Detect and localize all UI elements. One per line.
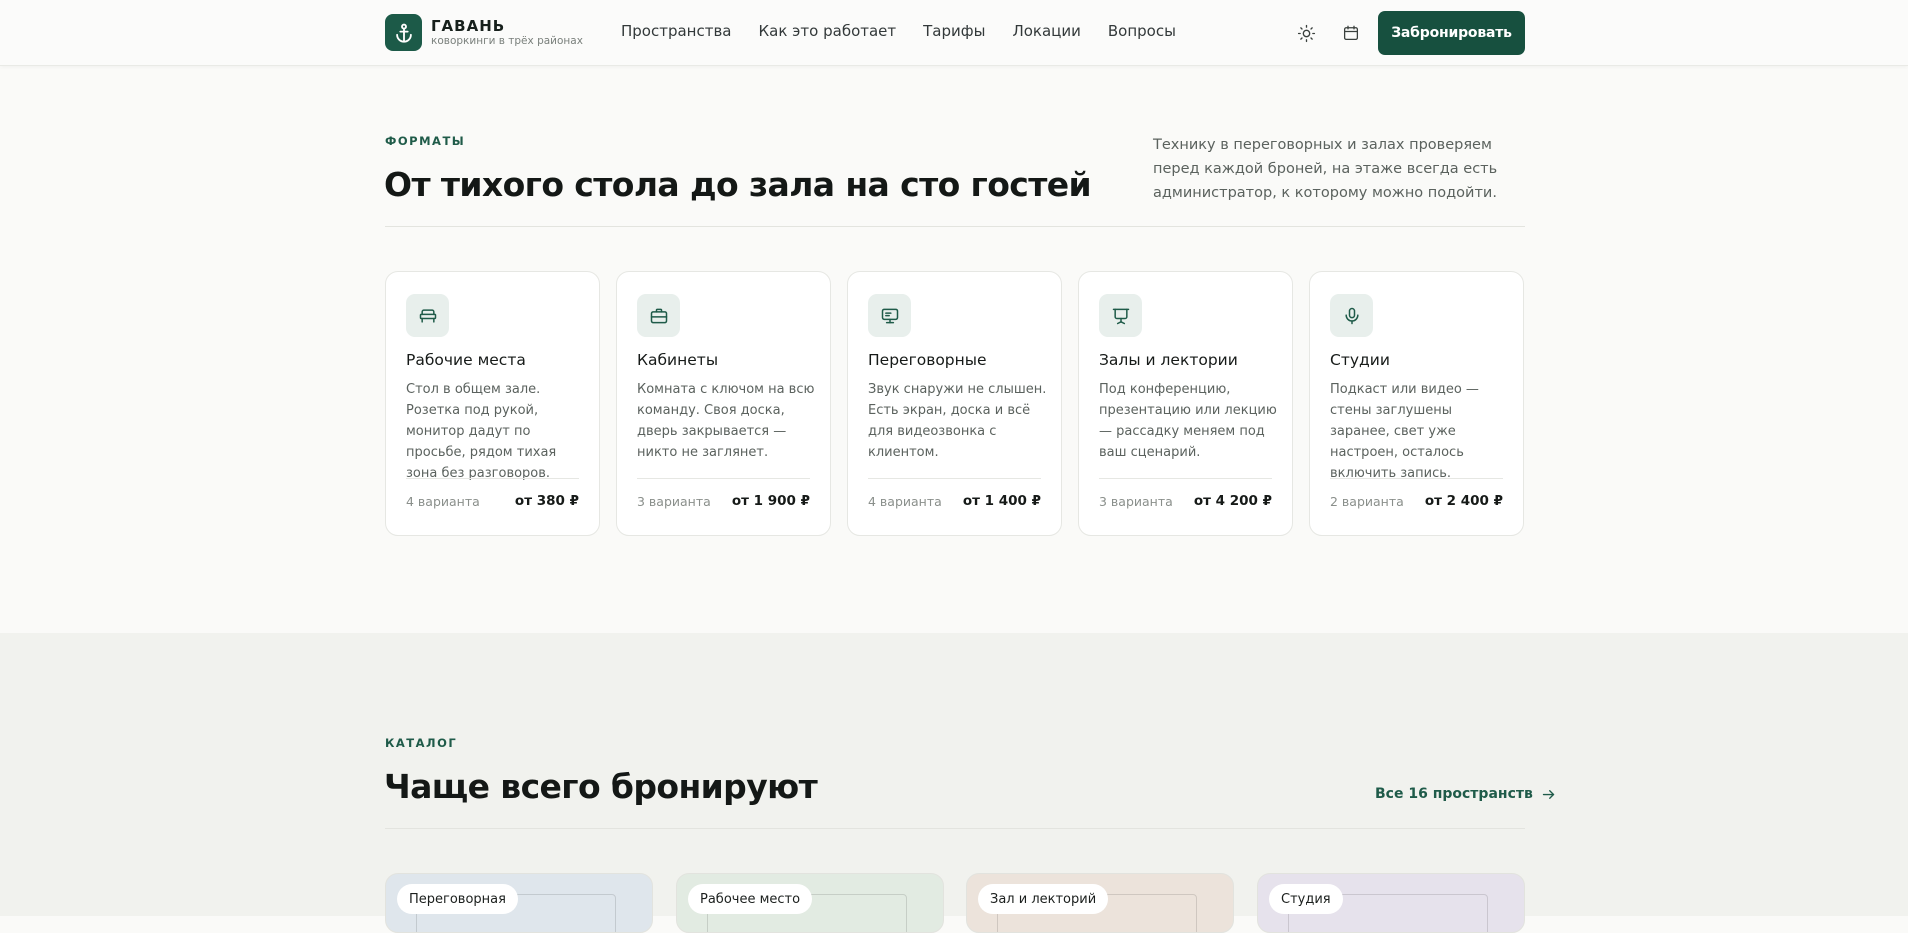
card-price: от 1 400 ₽	[962, 493, 1041, 509]
formats-eyebrow: ФОРМАТЫ	[385, 134, 466, 148]
card-description: Комната с ключом на всю команду. Своя до…	[637, 382, 815, 460]
card-variant-count: 2 варианта	[1330, 494, 1404, 509]
card-price: от 2 400 ₽	[1424, 493, 1503, 509]
card-description: Под конференцию, презентацию или лекцию …	[1099, 382, 1277, 460]
catalog-tile-desk[interactable]: Рабочее место	[676, 873, 944, 933]
card-divider	[868, 478, 1041, 479]
format-card-offices[interactable]: Кабинеты Комната с ключом на всю команду…	[616, 271, 831, 536]
format-card-halls[interactable]: Залы и лектории Под конференцию, презент…	[1078, 271, 1293, 536]
card-title: Переговорные	[868, 351, 987, 369]
nav-link-locations[interactable]: Локации	[1012, 22, 1080, 40]
catalog-title: Чаще всего бронируют	[384, 767, 818, 806]
tile-badge: Зал и лекторий	[978, 884, 1109, 914]
card-description: Звук снаружи не слышен. Есть экран, доск…	[868, 382, 1047, 460]
catalog-section	[0, 633, 1908, 916]
nav-link-faq[interactable]: Вопросы	[1108, 22, 1176, 40]
site-header: ГАВАНЬ коворкинги в трёх районах Простра…	[0, 0, 1908, 66]
brand-title: ГАВАНЬ	[431, 16, 506, 35]
card-divider	[406, 478, 579, 479]
calendar-icon[interactable]	[1339, 21, 1363, 45]
card-description: Стол в общем зале. Розетка под рукой, мо…	[406, 382, 557, 481]
card-variant-count: 3 варианта	[637, 494, 711, 509]
monitor-icon	[868, 294, 911, 337]
nav-link-how-it-works[interactable]: Как это работает	[759, 22, 897, 40]
card-price: от 1 900 ₽	[731, 493, 810, 509]
card-price: от 380 ₽	[514, 493, 579, 509]
formats-intro: Технику в переговорных и залах проверяем…	[1153, 137, 1498, 201]
card-title: Залы и лектории	[1099, 351, 1238, 369]
card-description: Подкаст или видео — стены заглушены зара…	[1330, 382, 1479, 481]
briefcase-icon	[637, 294, 680, 337]
card-variant-count: 3 варианта	[1099, 494, 1173, 509]
all-spaces-link[interactable]: Все 16 пространств	[1375, 786, 1556, 802]
format-cards: Рабочие места Стол в общем зале. Розетка…	[385, 271, 1524, 536]
card-title: Рабочие места	[406, 351, 526, 369]
card-divider	[1330, 478, 1503, 479]
arrow-right-icon	[1542, 789, 1555, 799]
card-title: Студии	[1330, 351, 1390, 369]
format-card-studios[interactable]: Студии Подкаст или видео — стены заглуше…	[1309, 271, 1524, 536]
all-spaces-label: Все 16 пространств	[1375, 786, 1533, 802]
book-button[interactable]: Забронировать	[1378, 11, 1525, 55]
catalog-tile-studio[interactable]: Студия	[1257, 873, 1525, 933]
tile-badge: Переговорная	[397, 884, 518, 914]
card-divider	[1099, 478, 1272, 479]
card-title: Кабинеты	[637, 351, 719, 369]
catalog-tile-hall[interactable]: Зал и лекторий	[966, 873, 1234, 933]
catalog-tile-meeting-room[interactable]: Переговорная	[385, 873, 653, 933]
card-variant-count: 4 варианта	[868, 494, 942, 509]
format-card-meeting-rooms[interactable]: Переговорные Звук снаружи не слышен. Ест…	[847, 271, 1062, 536]
catalog-eyebrow: КАТАЛОГ	[385, 736, 458, 750]
card-price: от 4 200 ₽	[1193, 493, 1272, 509]
catalog-divider	[385, 828, 1525, 829]
nav-link-pricing[interactable]: Тарифы	[923, 22, 985, 40]
presentation-icon	[1099, 294, 1142, 337]
formats-divider	[385, 226, 1525, 227]
anchor-icon	[385, 14, 422, 51]
formats-title: От тихого стола до зала на сто гостей	[384, 165, 1092, 204]
format-card-desks[interactable]: Рабочие места Стол в общем зале. Розетка…	[385, 271, 600, 536]
brand-logo[interactable]: ГАВАНЬ коворкинги в трёх районах	[385, 14, 583, 51]
card-variant-count: 4 варианта	[406, 494, 480, 509]
microphone-icon	[1330, 294, 1373, 337]
nav-link-spaces[interactable]: Пространства	[621, 22, 732, 40]
card-divider	[637, 478, 810, 479]
tile-badge: Студия	[1269, 884, 1343, 914]
brand-subtitle: коворкинги в трёх районах	[431, 34, 583, 47]
desk-icon	[406, 294, 449, 337]
tile-badge: Рабочее место	[688, 884, 813, 914]
sun-icon[interactable]	[1294, 21, 1318, 45]
main-nav: Пространства Как это работает Тарифы Лок…	[621, 22, 1176, 40]
